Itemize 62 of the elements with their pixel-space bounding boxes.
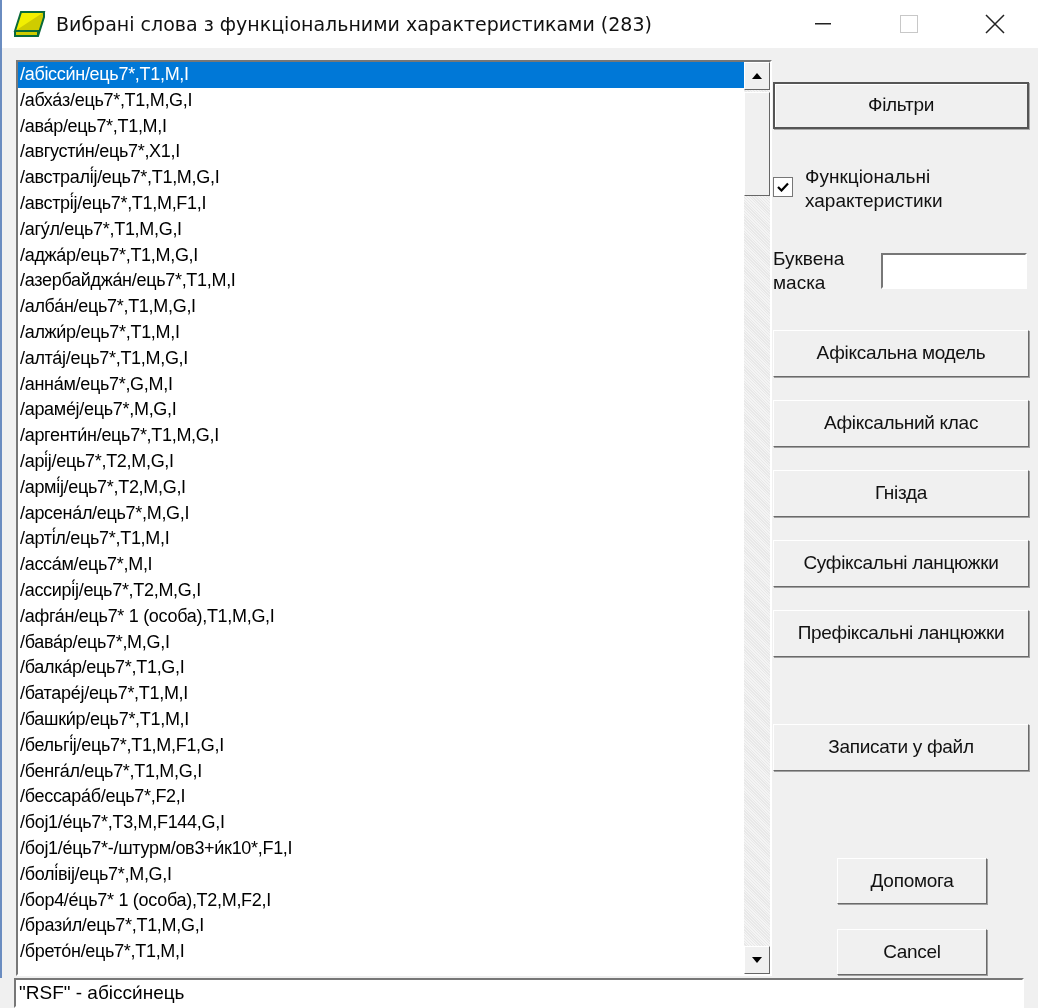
checkmark-icon	[777, 182, 789, 192]
nests-button[interactable]: Гнізда	[773, 470, 1029, 517]
maximize-icon	[900, 15, 918, 33]
list-item[interactable]: /августи́н/ець7*,X1,I	[18, 139, 744, 166]
list-item[interactable]: /австралі́j/ець7*,T1,M,G,I	[18, 165, 744, 191]
close-icon	[985, 14, 1005, 34]
word-list[interactable]	[16, 60, 772, 976]
status-field: "RSF" - абісси́нець	[14, 978, 1024, 1008]
list-item[interactable]: /боj1/е́ць7*-/штурм/ов3+и́к10*,F1,I	[18, 835, 744, 862]
filters-button[interactable]: Фільтри	[773, 82, 1029, 129]
list-item[interactable]: /абха́з/ець7*,T1,M,G,I	[18, 87, 744, 114]
list-item[interactable]: /армі́j/ець7*,T2,M,G,I	[18, 474, 744, 501]
mask-input-field[interactable]	[881, 253, 1027, 289]
list-item[interactable]: /арсена́л/ець7*,M,G,I	[18, 500, 744, 527]
list-item[interactable]: /анна́м/ець7*,G,M,I	[18, 371, 744, 398]
list-item[interactable]: /аргенти́н/ець7*,T1,M,G,I	[18, 423, 744, 449]
list-item[interactable]: /бессара́б/ець7*,F2,I	[18, 784, 744, 811]
list-item[interactable]: /бенга́л/ець7*,T1,M,G,I	[18, 758, 744, 785]
list-item[interactable]: /арті́л/ець7*,T1,M,I	[18, 526, 744, 553]
list-item[interactable]: /бор4/е́ць7* 1 (особа),T2,M,F2,I	[18, 887, 744, 914]
list-item[interactable]: /боj1/е́ць7*,T3,M,F144,G,I	[18, 810, 744, 836]
list-item[interactable]: /асса́м/ець7*,M,I	[18, 552, 744, 578]
minimize-icon	[815, 23, 831, 25]
up-arrow-icon	[752, 73, 762, 79]
checkbox[interactable]	[773, 177, 793, 197]
cancel-button[interactable]: Cancel	[837, 929, 987, 975]
scroll-down-button[interactable]	[744, 946, 770, 974]
list-item[interactable]: /брази́л/ець7*,T1,M,G,I	[18, 913, 744, 940]
affix-model-button[interactable]: Афіксальна модель	[773, 330, 1029, 377]
list-item[interactable]: /алба́н/ець7*,T1,M,G,I	[18, 294, 744, 320]
mask-label: Буквена маска	[773, 247, 846, 295]
list-item[interactable]: /болі́вij/ець7*,M,G,I	[18, 861, 744, 888]
list-item[interactable]: /араме́j/ець7*,M,G,I	[18, 397, 744, 424]
suffix-chains-button[interactable]: Суфіксальні ланцюжки	[773, 540, 1029, 587]
scrollbar[interactable]	[744, 62, 770, 974]
save-to-file-button[interactable]: Записати у файл	[773, 724, 1029, 771]
list-item[interactable]: /бава́р/ець7*,M,G,I	[18, 629, 744, 656]
list-item[interactable]: /абісси́н/ець7*,T1,M,I	[18, 62, 744, 88]
down-arrow-icon	[752, 957, 762, 963]
list-item[interactable]: /ава́р/ець7*,T1,M,I	[18, 113, 744, 140]
list-item[interactable]: /батаре́j/ець7*,T1,M,I	[18, 681, 744, 707]
list-item[interactable]: /ассирі́j/ець7*,T2,M,G,I	[18, 577, 744, 604]
help-button[interactable]: Допомога	[837, 858, 987, 904]
list-item[interactable]: /бельгі́j/ець7*,T1,M,F1,G,I	[18, 732, 744, 759]
checkbox-label: Функціональні характеристики	[805, 165, 944, 213]
list-item[interactable]: /алта́j/ець7*,T1,M,G,I	[18, 345, 744, 372]
list-item[interactable]: /агу́л/ець7*,T1,M,G,I	[18, 216, 744, 243]
list-item[interactable]: /азербайджа́н/ець7*,T1,M,I	[18, 268, 744, 295]
list-item[interactable]: /балка́р/ець7*,T1,G,I	[18, 655, 744, 682]
list-item[interactable]: /алжи́р/ець7*,T1,M,I	[18, 319, 744, 346]
affix-class-button[interactable]: Афіксальний клас	[773, 400, 1029, 447]
list-item[interactable]: /брето́н/ець7*,T1,M,I	[18, 939, 744, 965]
list-item[interactable]: /австрі́j/ець7*,T1,M,F1,I	[18, 191, 744, 217]
list-item[interactable]: /аджа́р/ець7*,T1,M,G,I	[18, 242, 744, 269]
list-item[interactable]: /арі́j/ець7*,T2,M,G,I	[18, 448, 744, 475]
window-title: Вибрані слова з функціональними характеристиками (283)	[56, 11, 652, 37]
scroll-up-button[interactable]	[744, 62, 770, 90]
list-item[interactable]: /афга́н/ець7* 1 (особа),T1,M,G,I	[18, 603, 744, 630]
prefix-chains-button[interactable]: Префіксальні ланцюжки	[773, 610, 1029, 657]
list-item[interactable]: /башки́р/ець7*,T1,M,I	[18, 706, 744, 733]
scroll-thumb[interactable]	[744, 92, 770, 196]
book-icon	[12, 9, 46, 39]
